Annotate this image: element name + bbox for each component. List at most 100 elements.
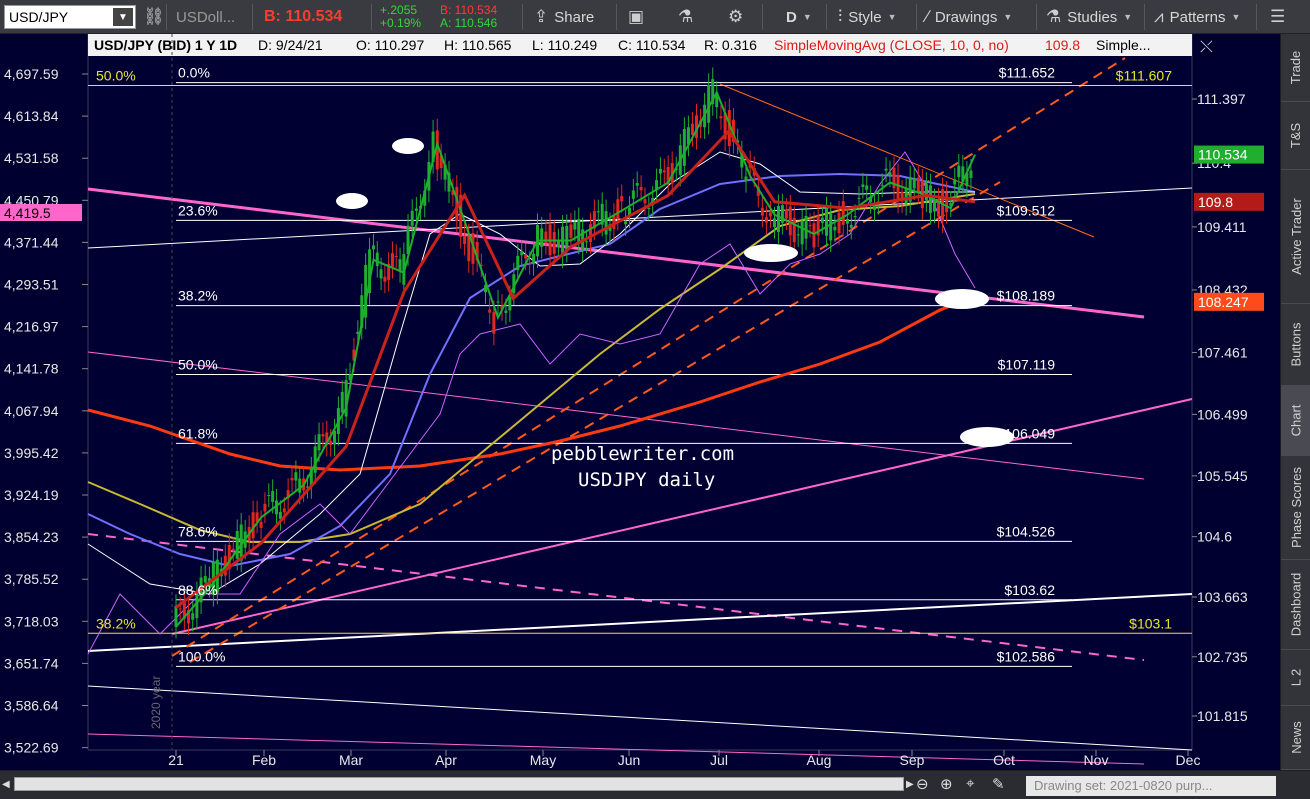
- share-button[interactable]: ⇪ Share: [534, 0, 594, 34]
- header-low: L: 110.249: [532, 37, 597, 53]
- side-tab-active-trader[interactable]: Active Trader: [1281, 170, 1310, 304]
- left-axis-tick-label: 4,531.58: [4, 150, 59, 166]
- candle-body: [390, 253, 394, 267]
- candle-body: [880, 184, 884, 186]
- candle-body: [524, 255, 528, 259]
- side-tab-phase-scores[interactable]: Phase Scores: [1281, 456, 1310, 560]
- watermark-line-2: USDJPY daily: [578, 469, 715, 491]
- style-button[interactable]: ⫶ Style ▼: [838, 0, 897, 34]
- fib-price-label: $111.652: [999, 65, 1056, 81]
- candle-body: [488, 309, 492, 313]
- candle-body: [520, 251, 524, 256]
- highlight-ellipse: [336, 193, 368, 209]
- candle-body: [784, 209, 788, 219]
- drawing-mode-icon[interactable]: ✎: [992, 775, 1005, 793]
- candle-body: [565, 225, 569, 251]
- period-button[interactable]: D ▼: [786, 0, 812, 34]
- cursor-icon[interactable]: ⌖: [966, 775, 974, 792]
- side-tab-t-s[interactable]: T&S: [1281, 102, 1310, 170]
- candle-body: [812, 223, 816, 248]
- settings-button[interactable]: ⚙: [728, 0, 749, 34]
- gallery-button[interactable]: ▣: [628, 0, 650, 34]
- side-tab-l-2[interactable]: L 2: [1281, 650, 1310, 706]
- candle-body: [235, 531, 239, 559]
- right-axis-tick-label: 109.411: [1197, 219, 1247, 235]
- left-axis-tick-label: 3,651.74: [4, 655, 59, 671]
- side-tab-label: Trade: [1288, 50, 1304, 85]
- fib-pct-label: 88.6%: [178, 582, 218, 598]
- side-tab-dashboard[interactable]: Dashboard: [1281, 560, 1310, 650]
- chart-toolbar: USD/JPY ▼ ⛓ USDoll... B: 110.534 +.2055 …: [0, 0, 1310, 34]
- symbol-dropdown-icon[interactable]: ▼: [113, 8, 133, 26]
- side-tab-label: Active Trader: [1288, 198, 1304, 275]
- compare-symbol[interactable]: USDoll...: [176, 0, 235, 34]
- right-axis-badge: 108.247: [1198, 294, 1249, 310]
- candle-body: [340, 391, 344, 413]
- side-tab-chart[interactable]: Chart: [1281, 386, 1310, 456]
- left-axis-tick-label: 4,371.44: [4, 234, 59, 250]
- chart-title: USD/JPY (BID) 1 Y 1D: [94, 37, 237, 53]
- candle-body: [945, 192, 949, 213]
- year-marker: 2020 year: [149, 676, 163, 729]
- time-scrollbar[interactable]: [14, 777, 904, 791]
- candle-body: [569, 224, 573, 238]
- candle-body: [719, 116, 723, 119]
- candle-body: [516, 255, 520, 271]
- candle-body: [932, 200, 936, 212]
- fib-price-label: $109.512: [997, 202, 1056, 218]
- zoom-in-icon[interactable]: ⊕: [940, 775, 953, 793]
- candle-body: [282, 508, 286, 513]
- watermark-line-1: pebblewriter.com: [551, 443, 734, 465]
- price-chart[interactable]: USD/JPY (BID) 1 Y 1D D: 9/24/21 O: 110.2…: [0, 34, 1280, 770]
- highlight-ellipse: [392, 138, 424, 154]
- candle-body: [290, 477, 294, 481]
- zoom-out-icon[interactable]: ⊖: [916, 775, 929, 793]
- side-tab-label: L 2: [1288, 668, 1304, 687]
- left-axis-tick-label: 4,697.59: [4, 66, 59, 82]
- candle-body: [317, 434, 321, 451]
- side-tab-news[interactable]: News: [1281, 706, 1310, 770]
- more-icon[interactable]: ☰: [1270, 0, 1291, 34]
- right-axis-tick-label: 103.663: [1197, 589, 1248, 605]
- left-axis-tick-label: 3,586.64: [4, 698, 59, 714]
- candle-body: [573, 222, 577, 230]
- candle-body: [271, 491, 275, 502]
- collapse-icon[interactable]: ⤬: [1200, 37, 1213, 56]
- scroll-right-icon[interactable]: ▶: [906, 779, 914, 790]
- candle-body: [313, 446, 317, 473]
- right-axis-tick-label: 104.6: [1197, 529, 1232, 545]
- candle-body: [658, 168, 662, 174]
- flask-button[interactable]: ⚗: [678, 0, 699, 34]
- x-axis-tick-label: Aug: [807, 752, 832, 768]
- drawing-set-selector[interactable]: Drawing set: 2021-0820 purp...: [1026, 776, 1276, 796]
- candle-body: [969, 170, 973, 178]
- right-axis-tick-label: 101.815: [1197, 708, 1248, 724]
- candle-body: [540, 228, 544, 247]
- chart-canvas[interactable]: USD/JPY (BID) 1 Y 1D D: 9/24/21 O: 110.2…: [0, 34, 1280, 770]
- drawings-button[interactable]: ∕ Drawings ▼: [926, 0, 1012, 34]
- patterns-button[interactable]: ⩘ Patterns ▼: [1154, 0, 1240, 34]
- side-tab-label: Dashboard: [1288, 572, 1304, 637]
- fib-pct-label: 50.0%: [178, 356, 218, 372]
- candle-body: [496, 301, 500, 303]
- symbol-selector[interactable]: USD/JPY ▼: [4, 5, 136, 29]
- studies-flask-icon: ⚗: [1046, 7, 1062, 26]
- fib-pct-label: 61.8%: [178, 425, 218, 441]
- x-axis-tick-label: Sep: [900, 752, 925, 768]
- gear-icon: ⚙: [728, 7, 744, 26]
- side-tab-buttons[interactable]: Buttons: [1281, 304, 1310, 386]
- candle-body: [463, 235, 467, 244]
- candle-body: [829, 213, 833, 241]
- scroll-left-icon[interactable]: ◀: [2, 779, 10, 790]
- candle-body: [620, 196, 624, 202]
- candle-body: [837, 212, 841, 234]
- left-axis-tick-label: 4,067.94: [4, 403, 59, 419]
- studies-button[interactable]: ⚗ Studies ▼: [1046, 0, 1132, 34]
- scrollbar-thumb[interactable]: [14, 777, 904, 791]
- candle-body: [833, 226, 837, 231]
- side-tab-trade[interactable]: Trade: [1281, 34, 1310, 102]
- bid-price-large: B: 110.534: [264, 8, 343, 25]
- left-axis-tick-label: 3,924.19: [4, 487, 59, 503]
- fib-price-label: $102.586: [997, 648, 1056, 664]
- candle-body: [884, 168, 888, 171]
